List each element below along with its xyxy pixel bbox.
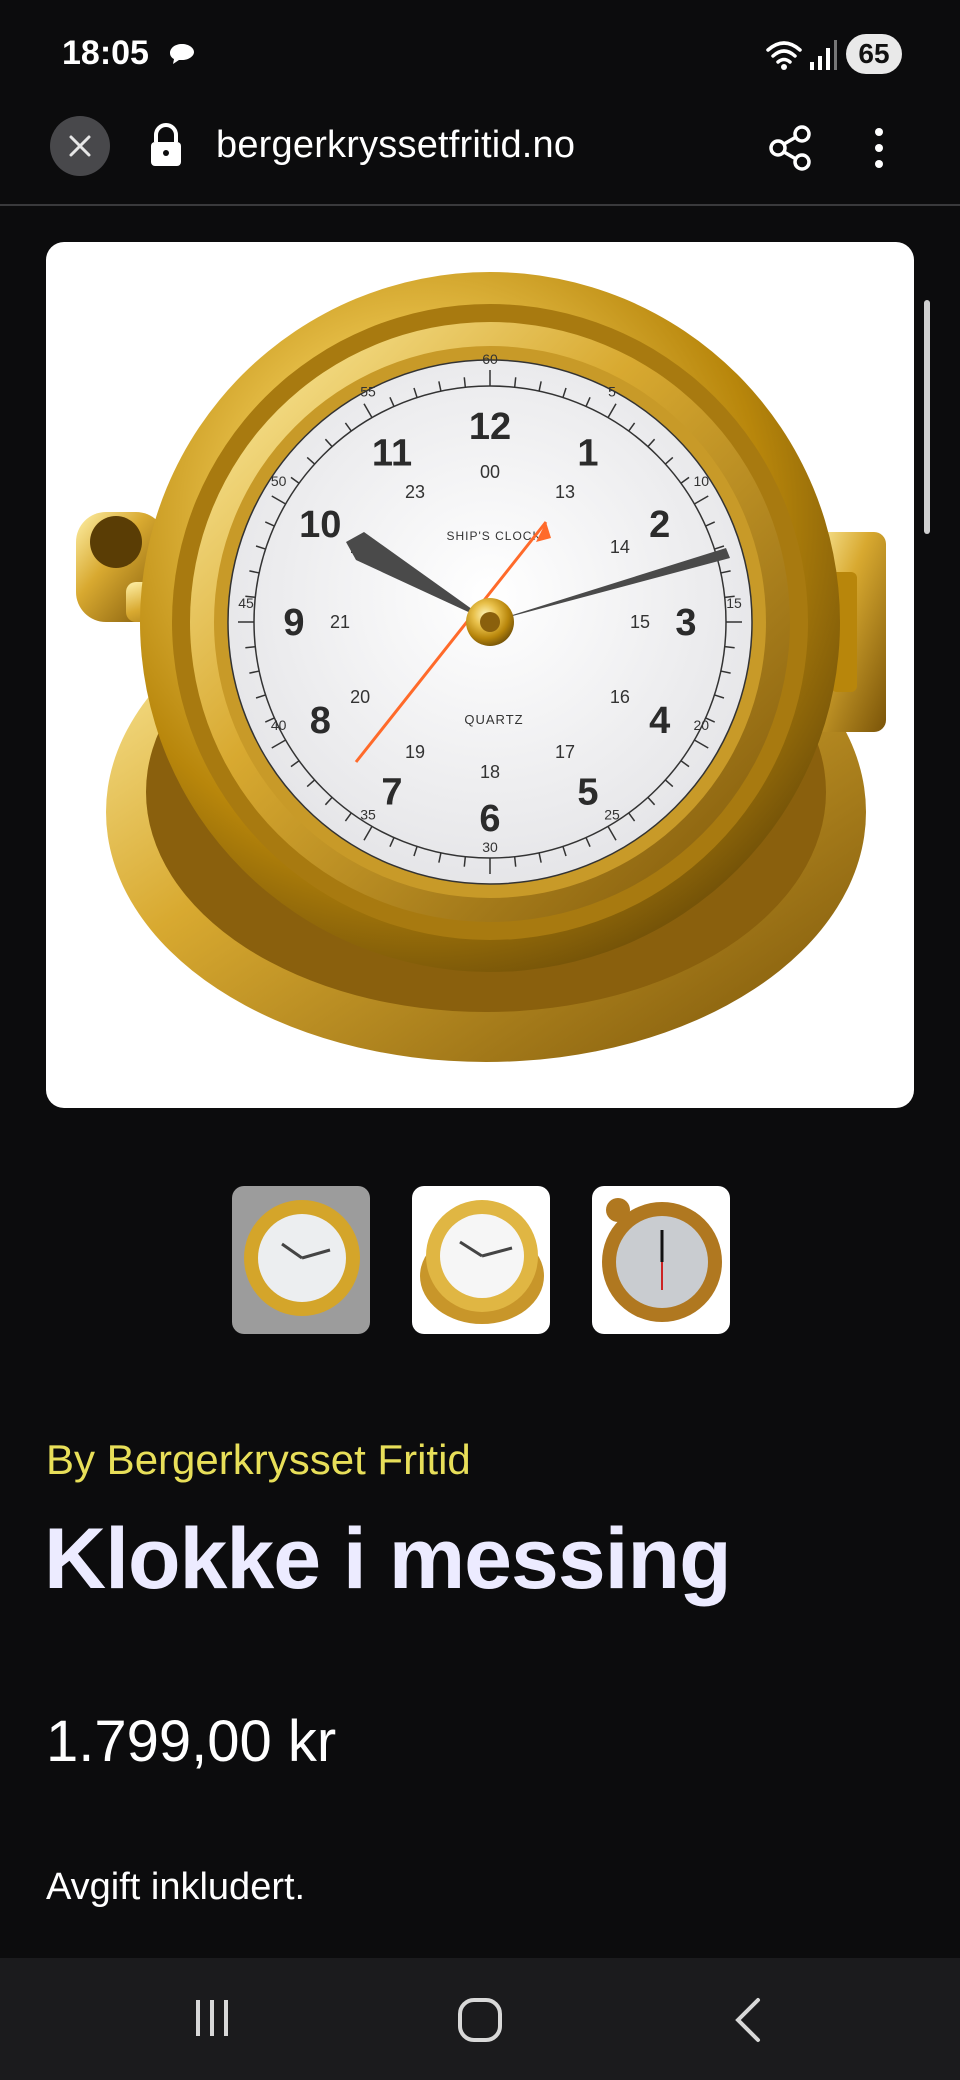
clock-thumbnail-icon [244, 1200, 360, 1316]
dial-minute-label-2: 10 [694, 473, 710, 489]
dial-hour-label-0: 12 [469, 406, 511, 448]
recent-apps-icon [196, 2000, 228, 2036]
thumbnail-3[interactable] [592, 1186, 730, 1334]
thumbnail-1[interactable] [232, 1186, 370, 1334]
dial-hour-label-7: 7 [381, 772, 402, 814]
back-icon [735, 1998, 760, 2042]
signal-icon [808, 38, 838, 77]
dial-minute-label-1: 5 [608, 384, 616, 400]
close-tab-button[interactable] [50, 116, 110, 176]
dial-minute-label-11: 55 [360, 384, 376, 400]
dial-hour24-label-5: 17 [555, 742, 575, 762]
dial-hour-label-2: 2 [649, 504, 670, 546]
recent-apps-button[interactable] [190, 1996, 234, 2045]
product-price: 1.799,00 kr [46, 1709, 337, 1774]
home-button[interactable] [456, 1996, 504, 2049]
home-icon [458, 1998, 502, 2042]
url-field[interactable]: bergerkryssetfritid.no [216, 124, 575, 167]
more-options-button[interactable] [862, 120, 896, 176]
dial-minute-label-7: 35 [360, 806, 376, 822]
dial-hour24-label-7: 19 [405, 742, 425, 762]
dial-brand-text: SHIP'S CLOCK [447, 529, 542, 543]
dial-hour-label-8: 8 [310, 700, 331, 742]
share-icon [769, 125, 811, 171]
wifi-icon [764, 38, 804, 77]
dial-hour24-label-6: 18 [480, 762, 500, 782]
share-button[interactable] [764, 120, 820, 176]
dial-hour24-label-9: 21 [330, 612, 350, 632]
dial-minute-label-3: 15 [726, 595, 742, 611]
dial-minute-label-4: 20 [694, 717, 710, 733]
back-button[interactable] [728, 1996, 768, 2049]
status-time: 18:05 [62, 34, 149, 72]
close-icon [69, 135, 91, 157]
product-title: Klokke i messing [44, 1511, 732, 1607]
more-vert-icon [875, 128, 883, 168]
thumbnail-2[interactable] [412, 1186, 550, 1334]
dial-minute-label-6: 30 [482, 839, 498, 855]
status-bar: 18:05 65 [0, 0, 960, 110]
dial-minute-label-0: 60 [482, 351, 498, 367]
dial-minute-label-10: 50 [271, 473, 287, 489]
tax-note: Avgift inkludert. [46, 1866, 306, 1908]
dial-hour24-label-1: 13 [555, 482, 575, 502]
dial-hour24-label-2: 14 [610, 537, 630, 557]
clock-thumbnail-icon [420, 1200, 544, 1324]
ships-clock-image: 60510152025303540455055 121234567891011 … [76, 272, 886, 1062]
dial-hour-label-3: 3 [675, 602, 696, 644]
product-brand-link[interactable]: By Bergerkrysset Fritid [46, 1436, 471, 1484]
dial-hour-label-4: 4 [649, 700, 670, 742]
dial-hour24-label-0: 00 [480, 462, 500, 482]
dial-hour24-label-8: 20 [350, 687, 370, 707]
image-scrollbar[interactable] [924, 300, 930, 534]
dial-hour-label-10: 10 [299, 504, 341, 546]
chat-bubble-icon [168, 42, 196, 71]
dial-hour-label-6: 6 [479, 798, 500, 840]
browser-toolbar: bergerkryssetfritid.no [0, 110, 960, 206]
dial-hour24-label-3: 15 [630, 612, 650, 632]
dial-hour-label-11: 11 [372, 432, 412, 474]
product-image[interactable]: 60 5 10 15 20 25 30 35 40 45 50 55 12 1 2 3 4 5 6 7 8 9 10 11 … [46, 242, 914, 1108]
dial-minute-label-8: 40 [271, 717, 287, 733]
dial-hour-label-5: 5 [577, 772, 598, 814]
dial-minute-label-5: 25 [604, 806, 620, 822]
clock-thumbnail-icon [602, 1198, 722, 1322]
dial-hour24-label-11: 23 [405, 482, 425, 502]
dial-hour24-label-4: 16 [610, 687, 630, 707]
lock-icon[interactable] [146, 122, 186, 175]
battery-indicator: 65 [846, 34, 902, 74]
dial-movement-text: QUARTZ [464, 712, 523, 727]
dial-hour-label-9: 9 [283, 602, 304, 644]
dial-minute-label-9: 45 [238, 595, 254, 611]
system-navigation-bar [0, 1958, 960, 2080]
dial-hour-label-1: 1 [577, 432, 598, 474]
